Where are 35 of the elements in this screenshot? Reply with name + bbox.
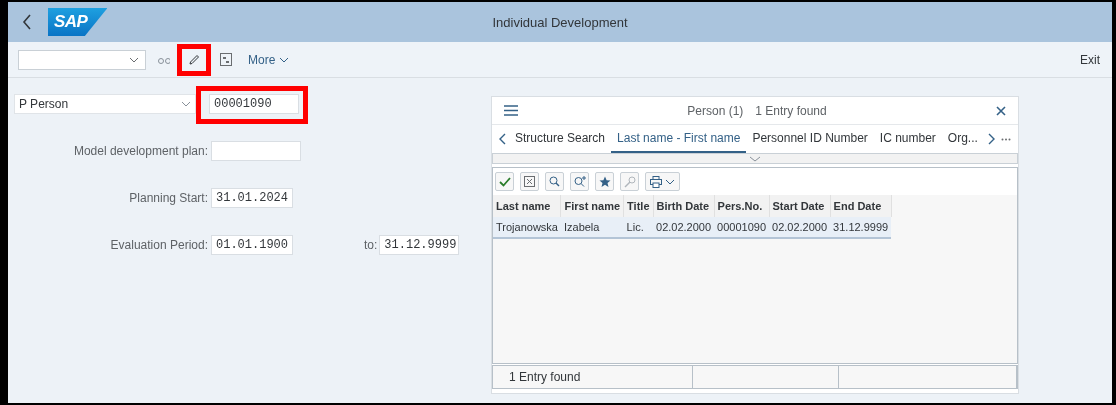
dialog-subtitle: 1 Entry found bbox=[755, 103, 827, 118]
column-header: First name bbox=[560, 195, 624, 217]
column-header: Start Date bbox=[769, 195, 831, 217]
logo: SAP bbox=[48, 8, 108, 36]
field-label: Planning Start: bbox=[128, 191, 209, 205]
input-field[interactable]: 31.01.2024 bbox=[211, 188, 293, 208]
tab[interactable]: IC number bbox=[873, 125, 942, 153]
object-type-dropdown[interactable]: P Person bbox=[14, 94, 196, 114]
input-field[interactable]: 01.01.1900 bbox=[211, 235, 293, 255]
table-cell: 02.02.2000 bbox=[653, 217, 715, 238]
table-cell: Lic. bbox=[623, 217, 653, 238]
dialog-title: Person (1) bbox=[687, 103, 744, 118]
column-header: Title bbox=[623, 195, 653, 217]
table-cell: 31.12.9999 bbox=[830, 217, 892, 238]
field-label: Model development plan: bbox=[72, 144, 209, 158]
tab[interactable]: Structure Search bbox=[509, 125, 612, 153]
table-cell: 00001090 bbox=[714, 217, 770, 238]
table-cell: Trojanowska bbox=[493, 217, 561, 238]
field-label: Evaluation Period: bbox=[109, 238, 209, 252]
column-header: End Date bbox=[830, 195, 892, 217]
field-label: to: bbox=[364, 238, 379, 252]
person-id-field[interactable]: 00001090 bbox=[209, 94, 299, 114]
more-menu-button[interactable]: More bbox=[242, 51, 296, 68]
table-row[interactable]: Trojanowska Izabela Lic. 02.02.2000 00001090 02.02.2000 31.12.9999 bbox=[493, 217, 892, 238]
column-header: Last name bbox=[493, 195, 561, 217]
column-header: Birth Date bbox=[653, 195, 715, 217]
column-header: Pers.No. bbox=[714, 195, 770, 217]
tab[interactable]: Org... bbox=[941, 125, 984, 153]
table-cell: 02.02.2000 bbox=[769, 217, 831, 238]
window-title: Individual Development bbox=[492, 14, 628, 30]
tab[interactable]: Personnel ID Number bbox=[746, 125, 874, 153]
table-cell: Izabela bbox=[560, 217, 624, 238]
input-field[interactable]: 31.12.9999 bbox=[379, 235, 460, 255]
status-text: 1 Entry found bbox=[493, 366, 693, 388]
exit-button[interactable]: Exit bbox=[1074, 51, 1106, 68]
